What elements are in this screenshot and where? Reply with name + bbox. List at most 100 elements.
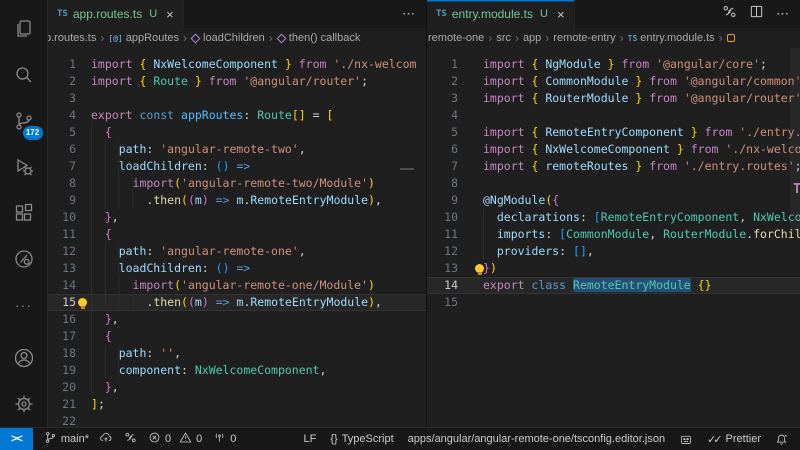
- line-number: 6: [48, 141, 91, 158]
- close-icon[interactable]: ×: [166, 7, 174, 22]
- code-line[interactable]: 19component: NxWelcomeComponent,: [48, 362, 426, 379]
- code-line[interactable]: 8import('angular-remote-two/Module'): [48, 175, 426, 192]
- code-line[interactable]: 3: [48, 90, 426, 107]
- account-icon[interactable]: [0, 335, 48, 381]
- problems-item[interactable]: 0 0: [148, 431, 202, 447]
- code-line[interactable]: 10},: [48, 209, 426, 226]
- indent-guides: [91, 328, 105, 345]
- indent-guides: [91, 362, 119, 379]
- breadcrumb-item[interactable]: p.routes.ts: [49, 32, 96, 44]
- code-line[interactable]: 5import { RemoteEntryComponent } from '.…: [427, 124, 800, 141]
- code-line[interactable]: 20},: [48, 379, 426, 396]
- breadcrumb-item[interactable]: remote-entry: [553, 32, 615, 44]
- breadcrumb-item[interactable]: loadChildren: [191, 32, 265, 44]
- source-control-icon[interactable]: 172: [0, 98, 48, 144]
- code-line[interactable]: 11imports: [CommonModule, RouterModule.f…: [427, 226, 800, 243]
- code-line[interactable]: 8: [427, 175, 800, 192]
- code-line[interactable]: 3import { RouterModule } from '@angular/…: [427, 90, 800, 107]
- ports-item[interactable]: 0: [213, 431, 236, 447]
- code-line[interactable]: 6import { NxWelcomeComponent } from './n…: [427, 141, 800, 158]
- code-line[interactable]: 15: [427, 294, 800, 311]
- broadcast-icon: [213, 431, 226, 447]
- breadcrumb-item[interactable]: app: [523, 32, 541, 44]
- error-icon: [148, 431, 161, 447]
- code-line[interactable]: 12providers: [],: [427, 243, 800, 260]
- line-number: 6: [427, 141, 483, 158]
- split-editor-icon[interactable]: [749, 4, 764, 24]
- breadcrumb-item[interactable]: [727, 34, 735, 42]
- extensions-icon[interactable]: [0, 190, 48, 236]
- code-line[interactable]: 21];: [48, 396, 426, 413]
- remote-indicator[interactable]: ><: [0, 428, 33, 450]
- chevron-right-icon: ›: [100, 31, 104, 45]
- code-line[interactable]: 14export class RemoteEntryModule {}: [427, 277, 800, 294]
- line-number: 5: [427, 124, 483, 141]
- line-number: 19: [48, 362, 91, 379]
- settings-gear-icon[interactable]: [0, 381, 48, 427]
- line-number: 2: [427, 73, 483, 90]
- lightbulb-icon[interactable]: [475, 264, 484, 273]
- tab-label: app.routes.ts: [73, 7, 142, 21]
- tab-entry-module[interactable]: TS entry.module.ts U ×: [427, 0, 575, 28]
- code-line[interactable]: 4export const appRoutes: Route[] = [: [48, 107, 426, 124]
- eol-item[interactable]: LF: [303, 433, 316, 445]
- breadcrumb-item[interactable]: src: [496, 32, 511, 44]
- branch-item[interactable]: main*: [44, 431, 113, 447]
- code-line[interactable]: 4: [427, 107, 800, 124]
- line-number: 2: [48, 73, 91, 90]
- breadcrumb-item[interactable]: then() callback: [277, 32, 361, 44]
- vertical-scrollbar[interactable]: [790, 48, 800, 232]
- lightbulb-icon[interactable]: [78, 298, 87, 307]
- more-views-icon[interactable]: ···: [0, 282, 48, 328]
- code-line[interactable]: 2import { Route } from '@angular/router'…: [48, 73, 426, 90]
- code-line[interactable]: 1import { NxWelcomeComponent } from './n…: [48, 56, 426, 73]
- run-debug-icon[interactable]: [0, 144, 48, 190]
- line-number: 10: [48, 209, 91, 226]
- line-number: 21: [48, 396, 91, 413]
- code-line[interactable]: 17{: [48, 328, 426, 345]
- modified-indicator: U: [149, 8, 157, 20]
- code-line[interactable]: 7import { remoteRoutes } from './entry.r…: [427, 158, 800, 175]
- tab-label: entry.module.ts: [452, 7, 533, 21]
- compare-changes-item[interactable]: [124, 431, 137, 447]
- code-line[interactable]: 2import { CommonModule } from '@angular/…: [427, 73, 800, 90]
- code-line[interactable]: 9.then((m) => m.RemoteEntryModule),: [48, 192, 426, 209]
- more-actions-icon[interactable]: ⋯: [402, 6, 416, 22]
- code-line[interactable]: 22: [48, 413, 426, 427]
- code-line[interactable]: 16},: [48, 311, 426, 328]
- nx-console-icon[interactable]: [0, 236, 48, 282]
- code-line[interactable]: 10declarations: [RemoteEntryComponent, N…: [427, 209, 800, 226]
- code-line[interactable]: 14import('angular-remote-one/Module'): [48, 277, 426, 294]
- compare-changes-icon[interactable]: [722, 4, 737, 24]
- code-line[interactable]: 6path: 'angular-remote-two',: [48, 141, 426, 158]
- code-line[interactable]: 9@NgModule({: [427, 192, 800, 209]
- explorer-icon[interactable]: [0, 6, 48, 52]
- code-line[interactable]: 7loadChildren: () =>: [48, 158, 426, 175]
- search-icon[interactable]: [0, 52, 48, 98]
- compare-changes-icon: [124, 431, 137, 447]
- line-number: 22: [48, 413, 91, 427]
- breadcrumb-item[interactable]: [@]appRoutes: [108, 32, 179, 44]
- code-line[interactable]: 13}): [427, 260, 800, 277]
- code-line[interactable]: 1import { NgModule } from '@angular/core…: [427, 56, 800, 73]
- double-check-icon: ✓✓: [707, 433, 719, 446]
- breadcrumb-item[interactable]: remote-one: [428, 32, 484, 44]
- language-item[interactable]: {} TypeScript: [330, 433, 393, 445]
- symbol-array-icon: [@]: [108, 34, 122, 43]
- close-icon[interactable]: ×: [557, 7, 565, 22]
- code-line[interactable]: 11{: [48, 226, 426, 243]
- code-line[interactable]: 13loadChildren: () =>: [48, 260, 426, 277]
- notifications-bell-icon[interactable]: [775, 433, 788, 446]
- grid-extension-icon[interactable]: [679, 433, 693, 446]
- tsconfig-path-item[interactable]: apps/angular/angular-remote-one/tsconfig…: [408, 433, 665, 445]
- tab-app-routes[interactable]: TS app.routes.ts U ×: [48, 0, 184, 28]
- line-number: 1: [48, 56, 91, 73]
- code-line[interactable]: 5{: [48, 124, 426, 141]
- code-line[interactable]: 12path: 'angular-remote-one',: [48, 243, 426, 260]
- line-number: 20: [48, 379, 91, 396]
- more-actions-icon[interactable]: ⋯: [776, 6, 790, 22]
- code-line[interactable]: 15.then((m) => m.RemoteEntryModule),: [48, 294, 426, 311]
- breadcrumb-item[interactable]: TSentry.module.ts: [628, 32, 715, 44]
- code-line[interactable]: 18path: '',: [48, 345, 426, 362]
- formatter-item[interactable]: ✓✓ Prettier: [707, 433, 761, 446]
